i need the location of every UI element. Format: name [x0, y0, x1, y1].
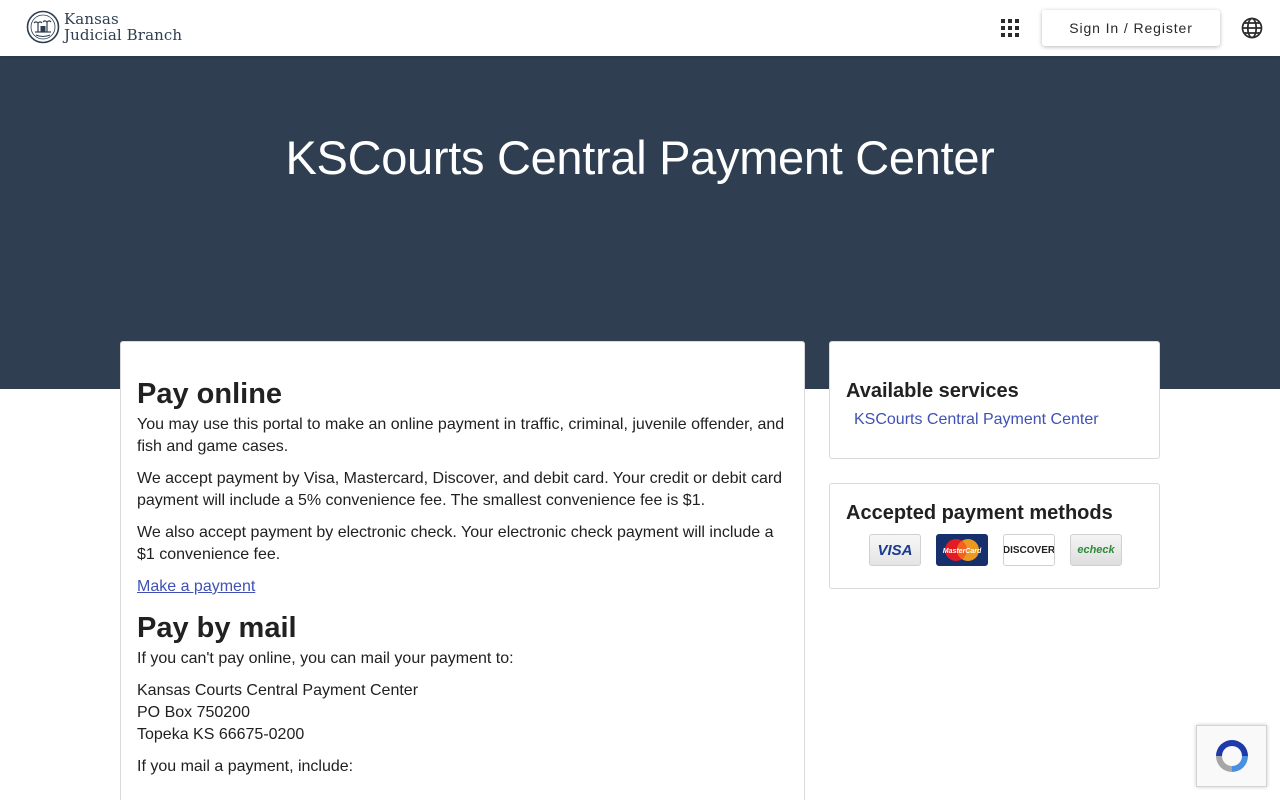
pay-online-heading: Pay online: [137, 378, 283, 410]
language-button[interactable]: [1240, 16, 1264, 40]
top-header: Kansas Judicial Branch Sign In / Registe…: [0, 0, 1280, 56]
service-link-central-payment-center[interactable]: KSCourts Central Payment Center: [854, 411, 1143, 429]
make-payment-link[interactable]: Make a payment: [137, 576, 255, 598]
discover-logo: DISCOVER: [1003, 534, 1055, 566]
address-line-3: Topeka KS 66675-0200: [137, 726, 305, 743]
pay-by-mail-heading: Pay by mail: [137, 612, 297, 644]
accepted-payment-methods-card: Accepted payment methods VISA MasterCard…: [829, 483, 1160, 589]
globe-icon: [1241, 17, 1263, 39]
mastercard-label: MasterCard: [943, 548, 982, 555]
pay-online-paragraph-3: We also accept payment by electronic che…: [137, 524, 774, 563]
mastercard-icon: MasterCard: [943, 539, 982, 561]
hero-banner: KSCourts Central Payment Center: [0, 56, 1280, 389]
main-content-card: Pay online You may use this portal to ma…: [120, 341, 805, 800]
pay-online-paragraph-2: We accept payment by Visa, Mastercard, D…: [137, 470, 783, 509]
available-services-card: Available services KSCourts Central Paym…: [829, 341, 1160, 459]
recaptcha-badge[interactable]: [1196, 725, 1267, 787]
kansas-judicial-branch-logo[interactable]: Kansas Judicial Branch: [26, 10, 182, 44]
mail-include-text: If you mail a payment, include:: [137, 758, 354, 775]
logo-line-2: Judicial Branch: [64, 26, 183, 44]
sign-in-register-button[interactable]: Sign In / Register: [1042, 10, 1220, 46]
page-title: KSCourts Central Payment Center: [285, 131, 995, 184]
mastercard-logo: MasterCard: [936, 534, 988, 566]
available-services-heading: Available services: [846, 380, 1019, 402]
echeck-label: echeck: [1077, 544, 1115, 556]
address-line-1: Kansas Courts Central Payment Center: [137, 682, 419, 699]
apps-menu-button[interactable]: [997, 14, 1023, 42]
payment-logos: VISA MasterCard DISCOVER echeck: [869, 534, 1143, 566]
address-line-2: PO Box 750200: [137, 704, 250, 721]
logo-text: Kansas Judicial Branch: [64, 11, 182, 43]
visa-logo: VISA: [869, 534, 921, 566]
kansas-seal-icon: [26, 10, 60, 44]
discover-label: DISCOVER: [1003, 544, 1055, 556]
pay-online-paragraph-1: You may use this portal to make an onlin…: [137, 416, 785, 455]
echeck-logo: echeck: [1070, 534, 1122, 566]
mailing-address: Kansas Courts Central Payment Center PO …: [137, 680, 788, 746]
apps-grid-icon: [1001, 19, 1019, 37]
recaptcha-icon: [1215, 740, 1248, 772]
accepted-payment-methods-heading: Accepted payment methods: [846, 502, 1113, 524]
logo-line-1: Kansas: [64, 10, 119, 28]
pay-by-mail-intro: If you can't pay online, you can mail yo…: [137, 650, 514, 667]
